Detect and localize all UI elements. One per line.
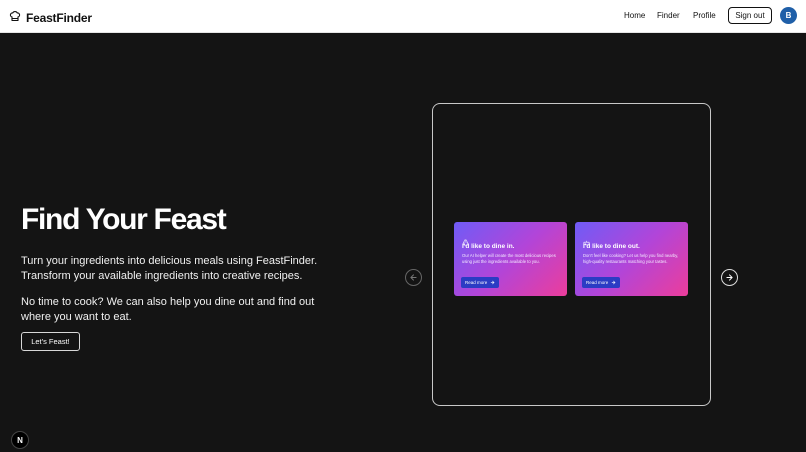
- arrow-right-icon: [725, 269, 734, 287]
- read-more-button[interactable]: Read more: [582, 277, 621, 288]
- arrow-right-icon: [611, 280, 616, 286]
- card-text: Our AI helper will create the most delic…: [462, 253, 556, 264]
- read-more-button[interactable]: Read more: [461, 277, 500, 288]
- card-text: Don't feel like cooking? Let us help you…: [583, 253, 679, 264]
- card-title: I'd like to dine out.: [583, 243, 640, 250]
- nav-link-home[interactable]: Home: [624, 11, 645, 20]
- cooking-pot-icon: [462, 233, 469, 246]
- arrow-right-icon: [490, 280, 495, 286]
- card-title: I'd like to dine in.: [462, 243, 515, 250]
- dine-out-card[interactable]: I'd like to dine out. Don't feel like co…: [575, 222, 688, 296]
- nav-link-profile[interactable]: Profile: [693, 11, 716, 20]
- read-more-label: Read more: [465, 280, 488, 285]
- read-more-label: Read more: [586, 280, 609, 285]
- carousel-next-button[interactable]: [721, 269, 738, 286]
- top-navbar: FeastFinder Home Finder Profile Sign out…: [0, 0, 806, 33]
- carousel-prev-button[interactable]: [405, 269, 422, 286]
- hero-dine-out-description: No time to cook? We can also help you di…: [21, 296, 315, 323]
- dine-in-card[interactable]: I'd like to dine in. Our AI helper will …: [454, 222, 567, 296]
- dining-icon: [583, 233, 590, 246]
- brand[interactable]: FeastFinder: [9, 9, 92, 27]
- hero-description: Turn your ingredients into delicious mea…: [21, 255, 318, 282]
- lets-feast-button[interactable]: Let's Feast!: [21, 332, 80, 351]
- hero-title: Find Your Feast: [21, 203, 227, 236]
- arrow-left-icon: [409, 269, 418, 287]
- nextjs-badge[interactable]: N: [11, 431, 29, 449]
- chef-hat-icon: [9, 9, 21, 27]
- avatar[interactable]: B: [780, 7, 797, 24]
- brand-name: FeastFinder: [26, 11, 92, 25]
- nav-link-finder[interactable]: Finder: [657, 11, 680, 20]
- sign-out-button[interactable]: Sign out: [728, 7, 772, 24]
